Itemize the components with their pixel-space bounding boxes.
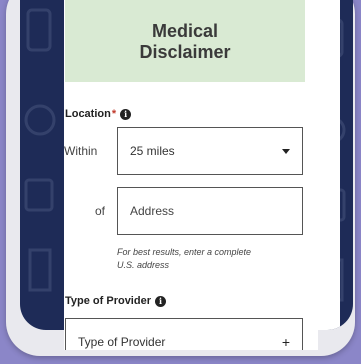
provider-label-text: Type of Provider <box>65 295 151 307</box>
within-row: Within 25 miles <box>64 127 318 175</box>
address-row: of Address <box>64 187 318 235</box>
address-input[interactable]: Address <box>117 187 303 235</box>
disclaimer-line2: Disclaimer <box>139 42 231 62</box>
plus-icon: + <box>281 334 290 350</box>
address-hint: For best results, enter a complete U.S. … <box>117 246 297 272</box>
within-label: Within <box>64 144 98 158</box>
required-mark: * <box>111 108 117 120</box>
info-icon[interactable]: i <box>120 108 132 120</box>
address-placeholder: Address <box>130 204 175 218</box>
distance-select[interactable]: 25 miles <box>117 127 303 175</box>
form-panel: Medical Disclaimer Location * i Within 2… <box>64 0 318 350</box>
info-icon[interactable]: i <box>154 295 166 307</box>
provider-placeholder: Type of Provider <box>78 335 166 349</box>
hint-line2: U.S. address <box>117 260 170 270</box>
hint-line1: For best results, enter a complete <box>117 247 252 257</box>
medical-disclaimer-banner[interactable]: Medical Disclaimer <box>65 0 305 82</box>
disclaimer-line1: Medical <box>151 21 219 41</box>
distance-select-value: 25 miles <box>130 144 175 158</box>
chevron-down-icon <box>282 148 290 154</box>
of-label: of <box>94 204 105 218</box>
location-label-text: Location <box>65 108 111 120</box>
location-label: Location * i <box>65 108 132 120</box>
provider-type-label: Type of Provider i <box>65 295 166 307</box>
provider-type-select[interactable]: Type of Provider + <box>65 318 303 350</box>
